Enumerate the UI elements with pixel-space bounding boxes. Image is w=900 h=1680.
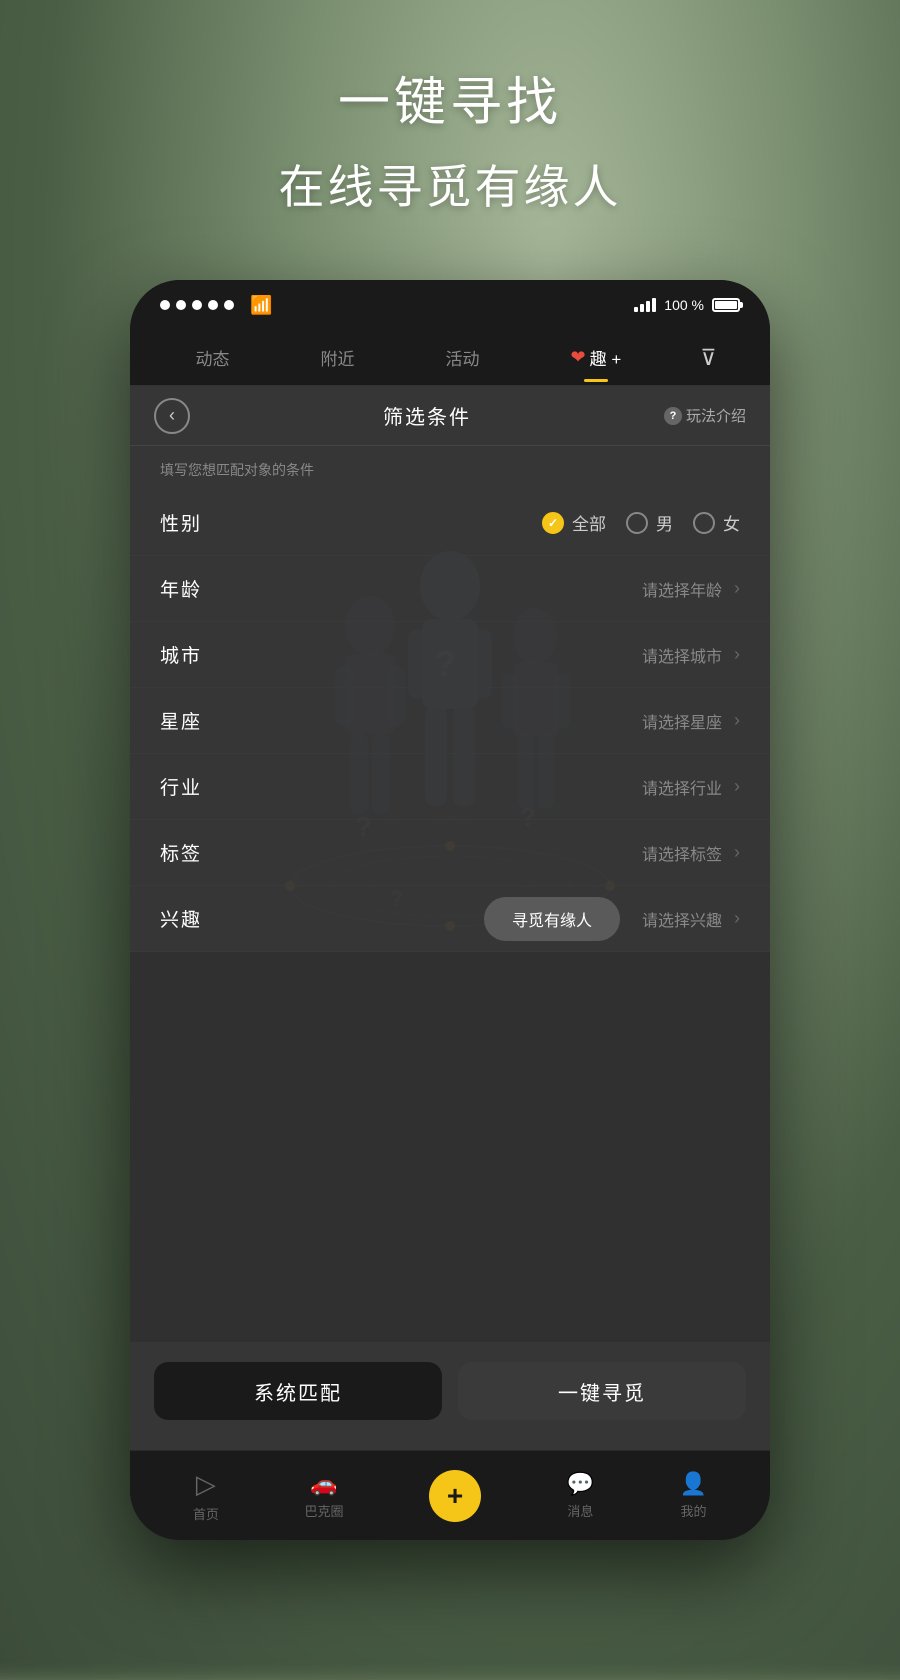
nav-bkg[interactable]: 🚗 巴克圈 [304, 1471, 343, 1520]
tags-chevron: › [734, 842, 740, 863]
nav-tabs: 动态 附近 活动 ❤ 趣 + ⊽ [130, 330, 770, 386]
star-value: 请选择星座 › [240, 709, 740, 733]
gender-male-option[interactable]: 男 [626, 510, 673, 535]
status-bar: 📶 100 % [130, 280, 770, 330]
filter-row-star[interactable]: 星座 请选择星座 › [130, 688, 770, 754]
filter-icon[interactable]: ⊽ [700, 345, 716, 371]
help-label: 玩法介绍 [686, 405, 746, 426]
help-link[interactable]: ? 玩法介绍 [664, 405, 746, 426]
gender-all-option[interactable]: ✓ 全部 [542, 510, 606, 535]
one-click-search-button[interactable]: 一键寻觅 [458, 1362, 746, 1420]
gender-all-label: 全部 [572, 510, 606, 535]
mine-icon: 👤 [680, 1471, 707, 1497]
radio-all: ✓ [542, 512, 564, 534]
industry-chevron: › [734, 776, 740, 797]
city-value: 请选择城市 › [240, 643, 740, 667]
tags-label: 标签 [160, 839, 240, 866]
bkg-icon: 🚗 [310, 1471, 337, 1497]
city-chevron: › [734, 644, 740, 665]
modal-panel: ? ? ? ? ? [130, 386, 770, 1540]
hero-section: 一键寻找 在线寻觅有缘人 [0, 60, 900, 217]
status-dots [160, 300, 234, 310]
filter-row-city[interactable]: 城市 请选择城市 › [130, 622, 770, 688]
interest-chevron: › [734, 908, 740, 929]
radio-male [626, 512, 648, 534]
filter-row-gender[interactable]: 性别 ✓ 全部 男 [130, 490, 770, 556]
filter-row-age[interactable]: 年龄 请选择年龄 › [130, 556, 770, 622]
gender-female-label: 女 [723, 510, 740, 535]
back-button[interactable]: ‹ [154, 398, 190, 434]
phone-frame: 📶 100 % 动态 附近 活动 ❤ 趣 + ⊽ [130, 280, 770, 1540]
action-buttons: 系统匹配 一键寻觅 [130, 1342, 770, 1450]
gender-male-label: 男 [656, 510, 673, 535]
status-right: 100 % [634, 297, 740, 313]
city-label: 城市 [160, 641, 240, 668]
modal-subtitle: 填写您想匹配对象的条件 [130, 446, 770, 490]
home-icon: ▷ [196, 1469, 216, 1500]
tab-fujin[interactable]: 附近 [309, 337, 367, 378]
radio-female [693, 512, 715, 534]
bottom-nav: ▷ 首页 🚗 巴克圈 + 💬 消息 👤 我的 [130, 1450, 770, 1540]
hero-line1: 一键寻找 [0, 60, 900, 135]
help-icon: ? [664, 407, 682, 425]
wifi-icon: 📶 [250, 295, 272, 316]
battery-icon [712, 298, 740, 312]
nav-home[interactable]: ▷ 首页 [193, 1469, 219, 1523]
interest-btn[interactable]: 寻觅有缘人 [484, 897, 620, 941]
modal-header: ‹ 筛选条件 ? 玩法介绍 [130, 386, 770, 446]
plus-icon: + [447, 1480, 463, 1512]
plus-button[interactable]: + [429, 1470, 481, 1522]
gender-female-option[interactable]: 女 [693, 510, 740, 535]
industry-placeholder: 请选择行业 [642, 775, 722, 799]
gender-label: 性别 [160, 509, 240, 536]
mine-label: 我的 [680, 1501, 706, 1520]
system-match-button[interactable]: 系统匹配 [154, 1362, 442, 1420]
bkg-label: 巴克圈 [304, 1501, 343, 1520]
tags-value: 请选择标签 › [240, 841, 740, 865]
tab-dongtai[interactable]: 动态 [184, 337, 242, 378]
age-placeholder: 请选择年龄 [642, 577, 722, 601]
tab-huodong[interactable]: 活动 [434, 337, 492, 378]
filter-row-industry[interactable]: 行业 请选择行业 › [130, 754, 770, 820]
age-label: 年龄 [160, 575, 240, 602]
tab-qu-label: 趣 + [590, 345, 622, 370]
message-label: 消息 [567, 1501, 593, 1520]
star-placeholder: 请选择星座 [642, 709, 722, 733]
age-value: 请选择年龄 › [240, 577, 740, 601]
heart-icon: ❤ [571, 347, 586, 368]
home-label: 首页 [193, 1504, 219, 1523]
interest-label: 兴趣 [160, 905, 240, 932]
filter-list: 性别 ✓ 全部 男 [130, 490, 770, 1342]
signal-bars-icon [634, 298, 656, 312]
industry-label: 行业 [160, 773, 240, 800]
gender-options: ✓ 全部 男 女 [240, 510, 740, 535]
city-placeholder: 请选择城市 [642, 643, 722, 667]
interest-placeholder: 请选择兴趣 [642, 907, 722, 931]
age-chevron: › [734, 578, 740, 599]
filter-row-interest[interactable]: 兴趣 寻觅有缘人 请选择兴趣 › [130, 886, 770, 952]
tags-placeholder: 请选择标签 [642, 841, 722, 865]
modal-title: 筛选条件 [383, 401, 471, 430]
nav-mine[interactable]: 👤 我的 [680, 1471, 707, 1520]
industry-value: 请选择行业 › [240, 775, 740, 799]
star-label: 星座 [160, 707, 240, 734]
battery-percent: 100 % [664, 297, 704, 313]
interest-value: 寻觅有缘人 请选择兴趣 › [240, 897, 740, 941]
filter-row-tags[interactable]: 标签 请选择标签 › [130, 820, 770, 886]
message-icon: 💬 [567, 1471, 594, 1497]
nav-message[interactable]: 💬 消息 [567, 1471, 594, 1520]
star-chevron: › [734, 710, 740, 731]
hero-line2: 在线寻觅有缘人 [0, 151, 900, 217]
tab-qu[interactable]: ❤ 趣 + [559, 337, 634, 378]
